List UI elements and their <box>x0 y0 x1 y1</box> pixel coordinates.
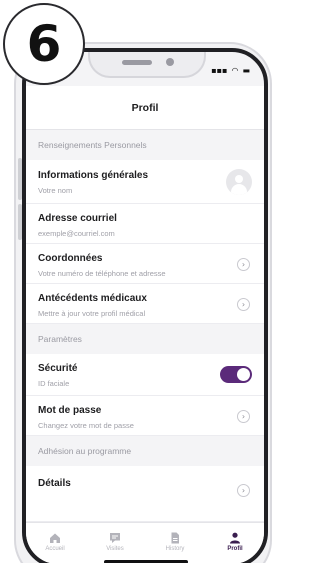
row-details[interactable]: Détails › <box>26 466 264 522</box>
row-label: Adresse courriel <box>38 213 117 224</box>
page-title: Profil <box>131 101 159 114</box>
row-label: Informations générales <box>38 170 149 181</box>
row-label: Coordonnées <box>38 253 103 264</box>
row-subtitle: Votre nom <box>38 186 73 195</box>
row-subtitle: Changez votre mot de passe <box>38 421 134 430</box>
tab-bar: Accueil Visites History Profil <box>26 522 264 563</box>
speaker-icon <box>122 60 152 65</box>
tab-profile[interactable]: Profil <box>210 531 260 552</box>
tab-visits[interactable]: Visites <box>90 531 140 552</box>
chevron-right-icon[interactable]: › <box>237 410 250 423</box>
chevron-right-icon[interactable]: › <box>237 484 250 497</box>
step-number-badge: 6 <box>3 3 85 85</box>
status-bar: ▪▪▪ ◠ ▬ <box>211 66 250 75</box>
row-label: Sécurité <box>38 363 78 374</box>
person-icon <box>229 531 241 544</box>
section-header-membership: Adhésion au programme <box>26 436 264 466</box>
row-subtitle: Mettre à jour votre profil médical <box>38 309 146 318</box>
row-label: Mot de passe <box>38 405 102 416</box>
title-bar: Profil <box>26 86 264 130</box>
row-security[interactable]: Sécurité ID faciale <box>26 354 264 396</box>
tab-home[interactable]: Accueil <box>30 531 80 552</box>
signal-icon: ▪▪▪ <box>211 66 228 75</box>
battery-icon: ▬ <box>242 66 250 75</box>
row-subtitle: exemple@courriel.com <box>38 229 115 238</box>
row-password[interactable]: Mot de passe Changez votre mot de passe … <box>26 396 264 436</box>
section-header-settings: Paramètres <box>26 324 264 354</box>
toggle-knob <box>237 368 250 381</box>
face-id-toggle[interactable] <box>220 366 252 383</box>
row-general-info[interactable]: Informations générales Votre nom <box>26 160 264 204</box>
tab-label: Visites <box>106 546 124 552</box>
row-label: Détails <box>38 478 71 489</box>
row-medical[interactable]: Antécédents médicaux Mettre à jour votre… <box>26 284 264 324</box>
section-header-label: Renseignements Personnels <box>38 140 147 150</box>
tab-history[interactable]: History <box>150 531 200 552</box>
chat-icon <box>109 531 121 543</box>
row-email[interactable]: Adresse courriel exemple@courriel.com <box>26 204 264 244</box>
row-subtitle: Votre numéro de téléphone et adresse <box>38 269 166 278</box>
camera-icon <box>166 58 174 66</box>
home-icon <box>49 531 61 543</box>
tab-label: History <box>165 546 185 552</box>
tab-label: Accueil <box>45 546 65 552</box>
phone-screen: ▪▪▪ ◠ ▬ Profil Renseignements Personnels… <box>22 48 268 563</box>
step-number: 6 <box>26 15 62 73</box>
avatar-icon[interactable] <box>226 169 252 195</box>
chevron-right-icon[interactable]: › <box>237 258 250 271</box>
chevron-right-icon[interactable]: › <box>237 298 250 311</box>
section-header-label: Adhésion au programme <box>38 446 132 456</box>
row-contact[interactable]: Coordonnées Votre numéro de téléphone et… <box>26 244 264 284</box>
phone-notch <box>88 52 206 78</box>
wifi-icon: ◠ <box>231 66 239 75</box>
section-header-label: Paramètres <box>38 334 82 344</box>
document-icon <box>169 531 181 544</box>
row-label: Antécédents médicaux <box>38 293 147 304</box>
section-header-personal: Renseignements Personnels <box>26 130 264 160</box>
tab-label: Profil <box>227 546 243 552</box>
row-subtitle: ID faciale <box>38 379 70 388</box>
